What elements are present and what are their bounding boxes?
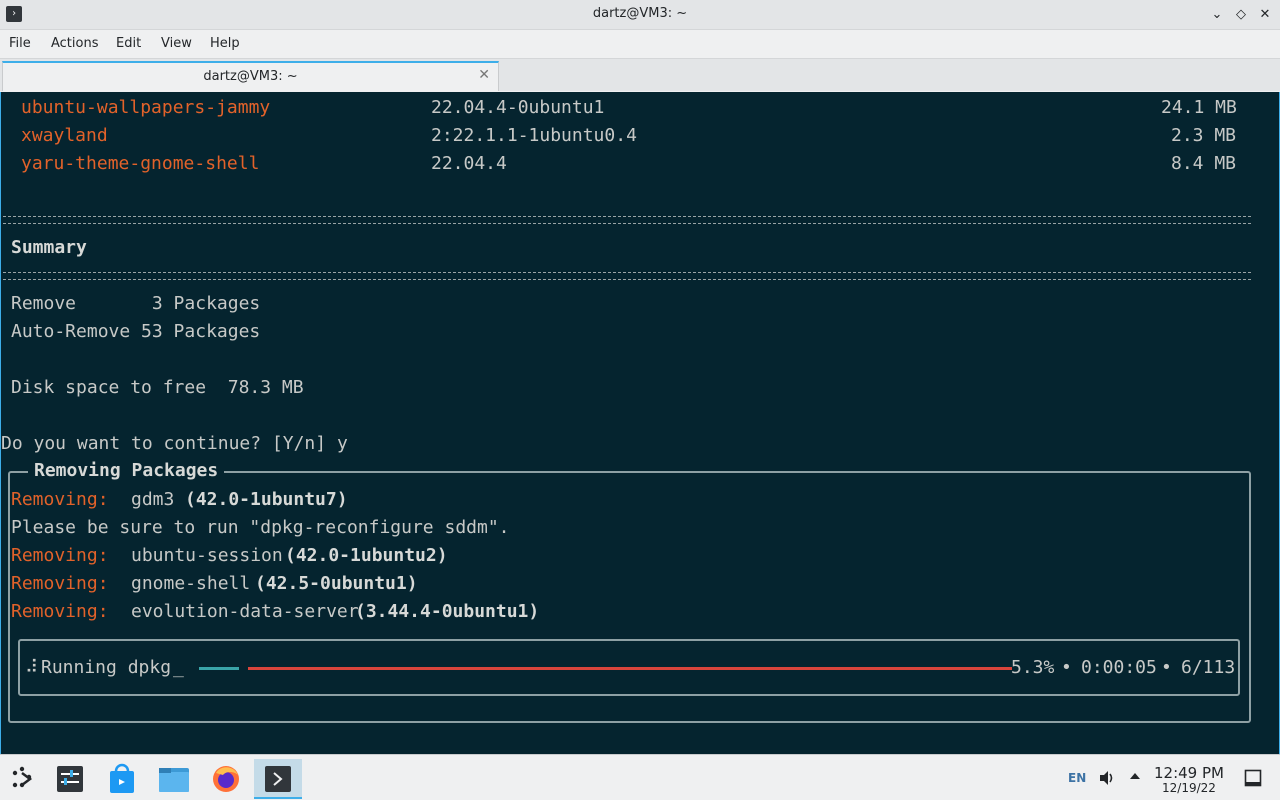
removing-label: Removing: <box>11 573 109 594</box>
package-version: 22.04.4-0ubuntu1 <box>431 97 605 118</box>
menu-edit[interactable]: Edit <box>116 36 141 51</box>
maximize-icon[interactable]: ◇ <box>1231 5 1251 25</box>
removing-version: (42.0-1ubuntu7) <box>185 489 348 510</box>
system-settings-icon[interactable] <box>50 759 90 799</box>
removing-label: Removing: <box>11 545 109 566</box>
taskbar: EN 12:49 PM 12/19/22 <box>0 754 1280 800</box>
terminal-taskbar-icon[interactable] <box>254 759 302 799</box>
clock-time[interactable]: 12:49 PM <box>1154 764 1224 782</box>
package-size: 24.1 MB <box>1161 97 1237 118</box>
summary-remove: Remove 3 Packages <box>11 293 261 314</box>
summary-disk-space: Disk space to free 78.3 MB <box>11 377 304 398</box>
menu-file[interactable]: File <box>9 36 31 51</box>
package-name: xwayland <box>21 125 108 146</box>
tab-label: dartz@VM3: ~ <box>203 69 298 84</box>
file-manager-icon[interactable] <box>154 759 194 799</box>
removing-version: (3.44.4-0ubuntu1) <box>355 601 540 622</box>
progress-elapsed: 0:00:05 <box>1081 657 1157 678</box>
window-titlebar[interactable]: › dartz@VM3: ~ ⌄ ◇ ✕ <box>0 0 1280 30</box>
menu-view[interactable]: View <box>161 36 192 51</box>
progress-ellipsis: _ <box>173 657 184 678</box>
progress-bar-complete <box>199 667 239 670</box>
tray-expand-icon[interactable] <box>1128 769 1142 783</box>
clock-date[interactable]: 12/19/22 <box>1162 781 1216 795</box>
package-size: 8.4 MB <box>1171 153 1237 174</box>
keyboard-layout-indicator[interactable]: EN <box>1068 771 1086 785</box>
spinner-icon: ⠼ <box>25 657 39 678</box>
package-version: 22.04.4 <box>431 153 507 174</box>
removing-package: ubuntu-session <box>131 545 283 566</box>
menubar: File Actions Edit View Help <box>0 30 1280 58</box>
window-title: dartz@VM3: ~ <box>592 6 688 21</box>
application-launcher-icon[interactable] <box>2 759 42 799</box>
separator-line <box>3 216 1251 224</box>
removing-label: Removing: <box>11 489 109 510</box>
removing-version: (42.5-0ubuntu1) <box>255 573 418 594</box>
removing-package: gnome-shell <box>131 573 251 594</box>
close-icon[interactable]: ✕ <box>1255 5 1275 25</box>
separator-line <box>3 272 1251 280</box>
progress-bar-remaining <box>248 667 1012 670</box>
removing-label: Removing: <box>11 601 109 622</box>
bullet-separator: • <box>1061 657 1072 678</box>
discover-store-icon[interactable] <box>102 759 142 799</box>
package-version: 2:22.1.1-1ubuntu0.4 <box>431 125 637 146</box>
menu-actions[interactable]: Actions <box>51 36 99 51</box>
panel-title: Removing Packages <box>28 461 225 481</box>
volume-icon[interactable] <box>1098 769 1116 787</box>
removing-package: gdm3 <box>131 489 175 510</box>
package-name: yaru-theme-gnome-shell <box>21 153 260 174</box>
progress-label: Running dpkg <box>41 657 172 678</box>
package-size: 2.3 MB <box>1171 125 1237 146</box>
summary-heading: Summary <box>11 237 87 258</box>
progress-percent: 5.3% <box>1011 657 1055 678</box>
removal-note: Please be sure to run "dpkg-reconfigure … <box>11 517 510 538</box>
bullet-separator: • <box>1161 657 1172 678</box>
show-desktop-icon[interactable] <box>1244 769 1262 787</box>
terminal-view[interactable]: ubuntu-wallpapers-jammy 22.04.4-0ubuntu1… <box>0 92 1280 754</box>
firefox-icon[interactable] <box>206 759 246 799</box>
tab-bar: dartz@VM3: ~ ✕ <box>0 58 1280 91</box>
continue-prompt: Do you want to continue? [Y/n] y <box>1 433 348 454</box>
package-name: ubuntu-wallpapers-jammy <box>21 97 271 118</box>
progress-count: 6/113 <box>1181 657 1236 678</box>
removing-version: (42.0-1ubuntu2) <box>285 545 448 566</box>
summary-auto-remove: Auto-Remove 53 Packages <box>11 321 261 342</box>
tab-terminal[interactable]: dartz@VM3: ~ ✕ <box>2 61 499 91</box>
minimize-icon[interactable]: ⌄ <box>1207 5 1227 25</box>
removing-package: evolution-data-server <box>131 601 359 622</box>
tab-close-icon[interactable]: ✕ <box>478 67 490 83</box>
menu-help[interactable]: Help <box>210 36 240 51</box>
